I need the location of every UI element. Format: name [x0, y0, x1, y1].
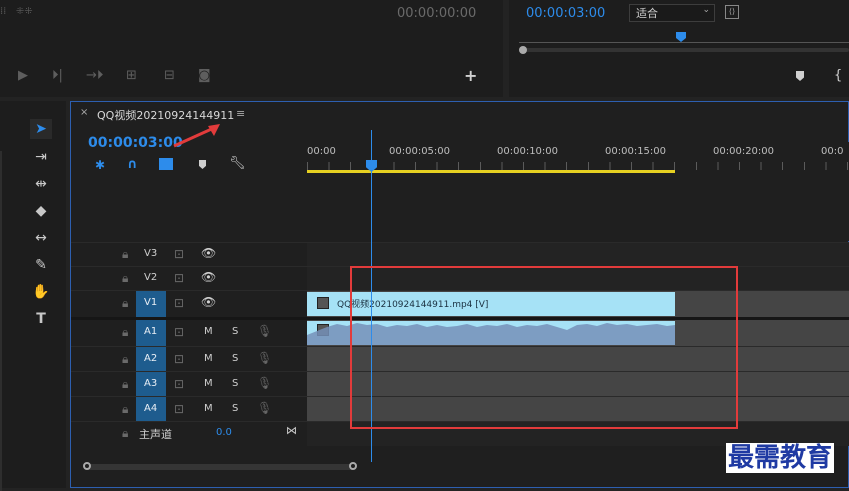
wrench-icon[interactable]: 🔧︎	[229, 156, 246, 171]
solo-button[interactable]: S	[232, 353, 238, 364]
settings-icon[interactable]: ⟨⟩	[725, 5, 739, 19]
mute-button[interactable]: M	[204, 326, 213, 337]
snap-magnet-icon[interactable]: ∩	[127, 157, 138, 172]
ruler-label-1: 00:00:05:00	[389, 146, 451, 157]
sync-lock-icon[interactable]: ⊡	[174, 402, 184, 416]
lock-icon[interactable]: 🔒︎	[122, 377, 128, 392]
left-edge-divider	[0, 151, 2, 491]
lock-icon[interactable]: 🔒︎	[122, 402, 128, 417]
program-timecode: 00:00:03:00	[526, 6, 606, 21]
program-scrollbar[interactable]	[519, 46, 849, 54]
master-track-label: 主声道	[139, 428, 172, 441]
bowtie-icon[interactable]: ⋈	[286, 424, 297, 437]
scroll-handle-right[interactable]	[349, 462, 357, 470]
close-icon[interactable]: ×	[80, 107, 88, 118]
microphone-icon[interactable]: 🎙︎	[257, 324, 272, 338]
overwrite-icon[interactable]: ⊟	[164, 68, 175, 83]
eye-icon[interactable]: 👁︎	[201, 246, 216, 260]
insert-icon[interactable]: ⊞	[126, 68, 137, 83]
sync-lock-icon[interactable]: ⊡	[174, 271, 184, 285]
ruler-label-4: 00:00:20:00	[713, 146, 775, 157]
annotation-arrow	[173, 124, 220, 148]
track-label-a3[interactable]: A3	[144, 378, 157, 389]
ruler-label-3: 00:00:15:00	[605, 146, 667, 157]
source-monitor: ⁞⁞ ⁜⁜ 00:00:00:00 ▶ ⏵| →⏵ ⊞ ⊟ ◙ +	[0, 0, 503, 97]
ruler-label-5: 00:0	[821, 146, 844, 157]
pen-tool-icon[interactable]: ✎	[30, 255, 52, 275]
slip-tool-icon[interactable]: ↔	[30, 228, 52, 248]
source-frame-marks: ⁞⁞ ⁜⁜	[0, 6, 33, 17]
track-label-v1[interactable]: V1	[144, 297, 157, 308]
master-volume-value[interactable]: 0.0	[216, 427, 232, 438]
linked-selection-icon[interactable]	[159, 158, 173, 170]
work-area-bar[interactable]	[307, 170, 675, 173]
sync-lock-icon[interactable]: ⊡	[174, 377, 184, 391]
timeline-scrollbar[interactable]	[83, 462, 357, 470]
brace-icon[interactable]: {	[834, 68, 842, 83]
razor-tool-icon[interactable]: ◆	[30, 201, 52, 221]
sync-lock-icon[interactable]: ⊡	[174, 325, 184, 339]
sync-lock-icon[interactable]: ⊡	[174, 296, 184, 310]
mute-button[interactable]: M	[204, 378, 213, 389]
fx-badge-icon	[317, 297, 329, 309]
track-label-v3[interactable]: V3	[144, 248, 157, 259]
track-label-v2[interactable]: V2	[144, 272, 157, 283]
solo-button[interactable]: S	[232, 326, 238, 337]
watermark-text: 最需教育	[726, 443, 835, 473]
lock-icon[interactable]: 🔒︎	[122, 271, 128, 286]
add-marker-icon[interactable]	[199, 160, 206, 169]
ripple-edit-tool-icon[interactable]: ⇹	[30, 174, 52, 194]
mute-button[interactable]: M	[204, 353, 213, 364]
chevron-down-icon: ⌄	[702, 5, 710, 15]
step-forward-button[interactable]: ⏵|	[52, 68, 63, 83]
empty-upper-area	[307, 174, 849, 241]
play-button[interactable]: ▶	[18, 68, 28, 83]
track-row-v3: 🔒︎ V3 ⊡ 👁︎	[71, 242, 849, 267]
selection-tool-icon[interactable]: ➤	[30, 119, 52, 139]
nest-toggle-icon[interactable]: ✱	[95, 158, 105, 172]
hand-tool-icon[interactable]: ✋	[30, 282, 52, 302]
camera-icon[interactable]: ◙	[198, 68, 211, 83]
lock-icon[interactable]: 🔒︎	[122, 296, 128, 311]
sync-lock-icon[interactable]: ⊡	[174, 247, 184, 261]
eye-icon[interactable]: 👁︎	[201, 270, 216, 284]
annotation-highlight-box	[350, 266, 738, 429]
zoom-select-value: 适合	[636, 7, 658, 20]
lock-icon[interactable]: 🔒︎	[122, 426, 128, 441]
time-ruler[interactable]: 00:00 00:00:05:00 00:00:10:00 00:00:15:0…	[307, 142, 849, 174]
program-monitor: 00:00:03:00 适合 ⌄ ⟨⟩ {	[509, 0, 849, 97]
eye-icon[interactable]: 👁︎	[201, 295, 216, 309]
track-label-a4[interactable]: A4	[144, 403, 157, 414]
solo-button[interactable]: S	[232, 403, 238, 414]
panel-menu-icon[interactable]: ≡	[236, 107, 245, 120]
ruler-ticks	[307, 162, 849, 170]
tools-panel: ➤ ⇥ ⇹ ◆ ↔ ✎ ✋ T	[0, 101, 66, 491]
solo-button[interactable]: S	[232, 378, 238, 389]
track-label-a1[interactable]: A1	[144, 326, 157, 337]
track-label-a2[interactable]: A2	[144, 353, 157, 364]
zoom-select[interactable]: 适合 ⌄	[629, 4, 715, 22]
microphone-icon[interactable]: 🎙︎	[257, 351, 272, 365]
source-timecode: 00:00:00:00	[397, 6, 477, 21]
ruler-label-2: 00:00:10:00	[497, 146, 559, 157]
marker-icon[interactable]	[796, 71, 804, 81]
lock-icon[interactable]: 🔒︎	[122, 325, 128, 340]
mute-button[interactable]: M	[204, 403, 213, 414]
track-lane-v3[interactable]	[307, 243, 849, 267]
type-tool-icon[interactable]: T	[30, 309, 52, 329]
track-select-tool-icon[interactable]: ⇥	[30, 147, 52, 167]
lock-icon[interactable]: 🔒︎	[122, 247, 128, 262]
shuttle-button[interactable]: →⏵	[86, 68, 103, 83]
sequence-tab[interactable]: QQ视频20210924144911	[97, 107, 234, 123]
ruler-label-0: 00:00	[307, 146, 336, 157]
sync-lock-icon[interactable]: ⊡	[174, 352, 184, 366]
lock-icon[interactable]: 🔒︎	[122, 352, 128, 367]
microphone-icon[interactable]: 🎙︎	[257, 401, 272, 415]
add-button[interactable]: +	[464, 66, 477, 85]
microphone-icon[interactable]: 🎙︎	[257, 376, 272, 390]
scroll-handle-left[interactable]	[83, 462, 91, 470]
